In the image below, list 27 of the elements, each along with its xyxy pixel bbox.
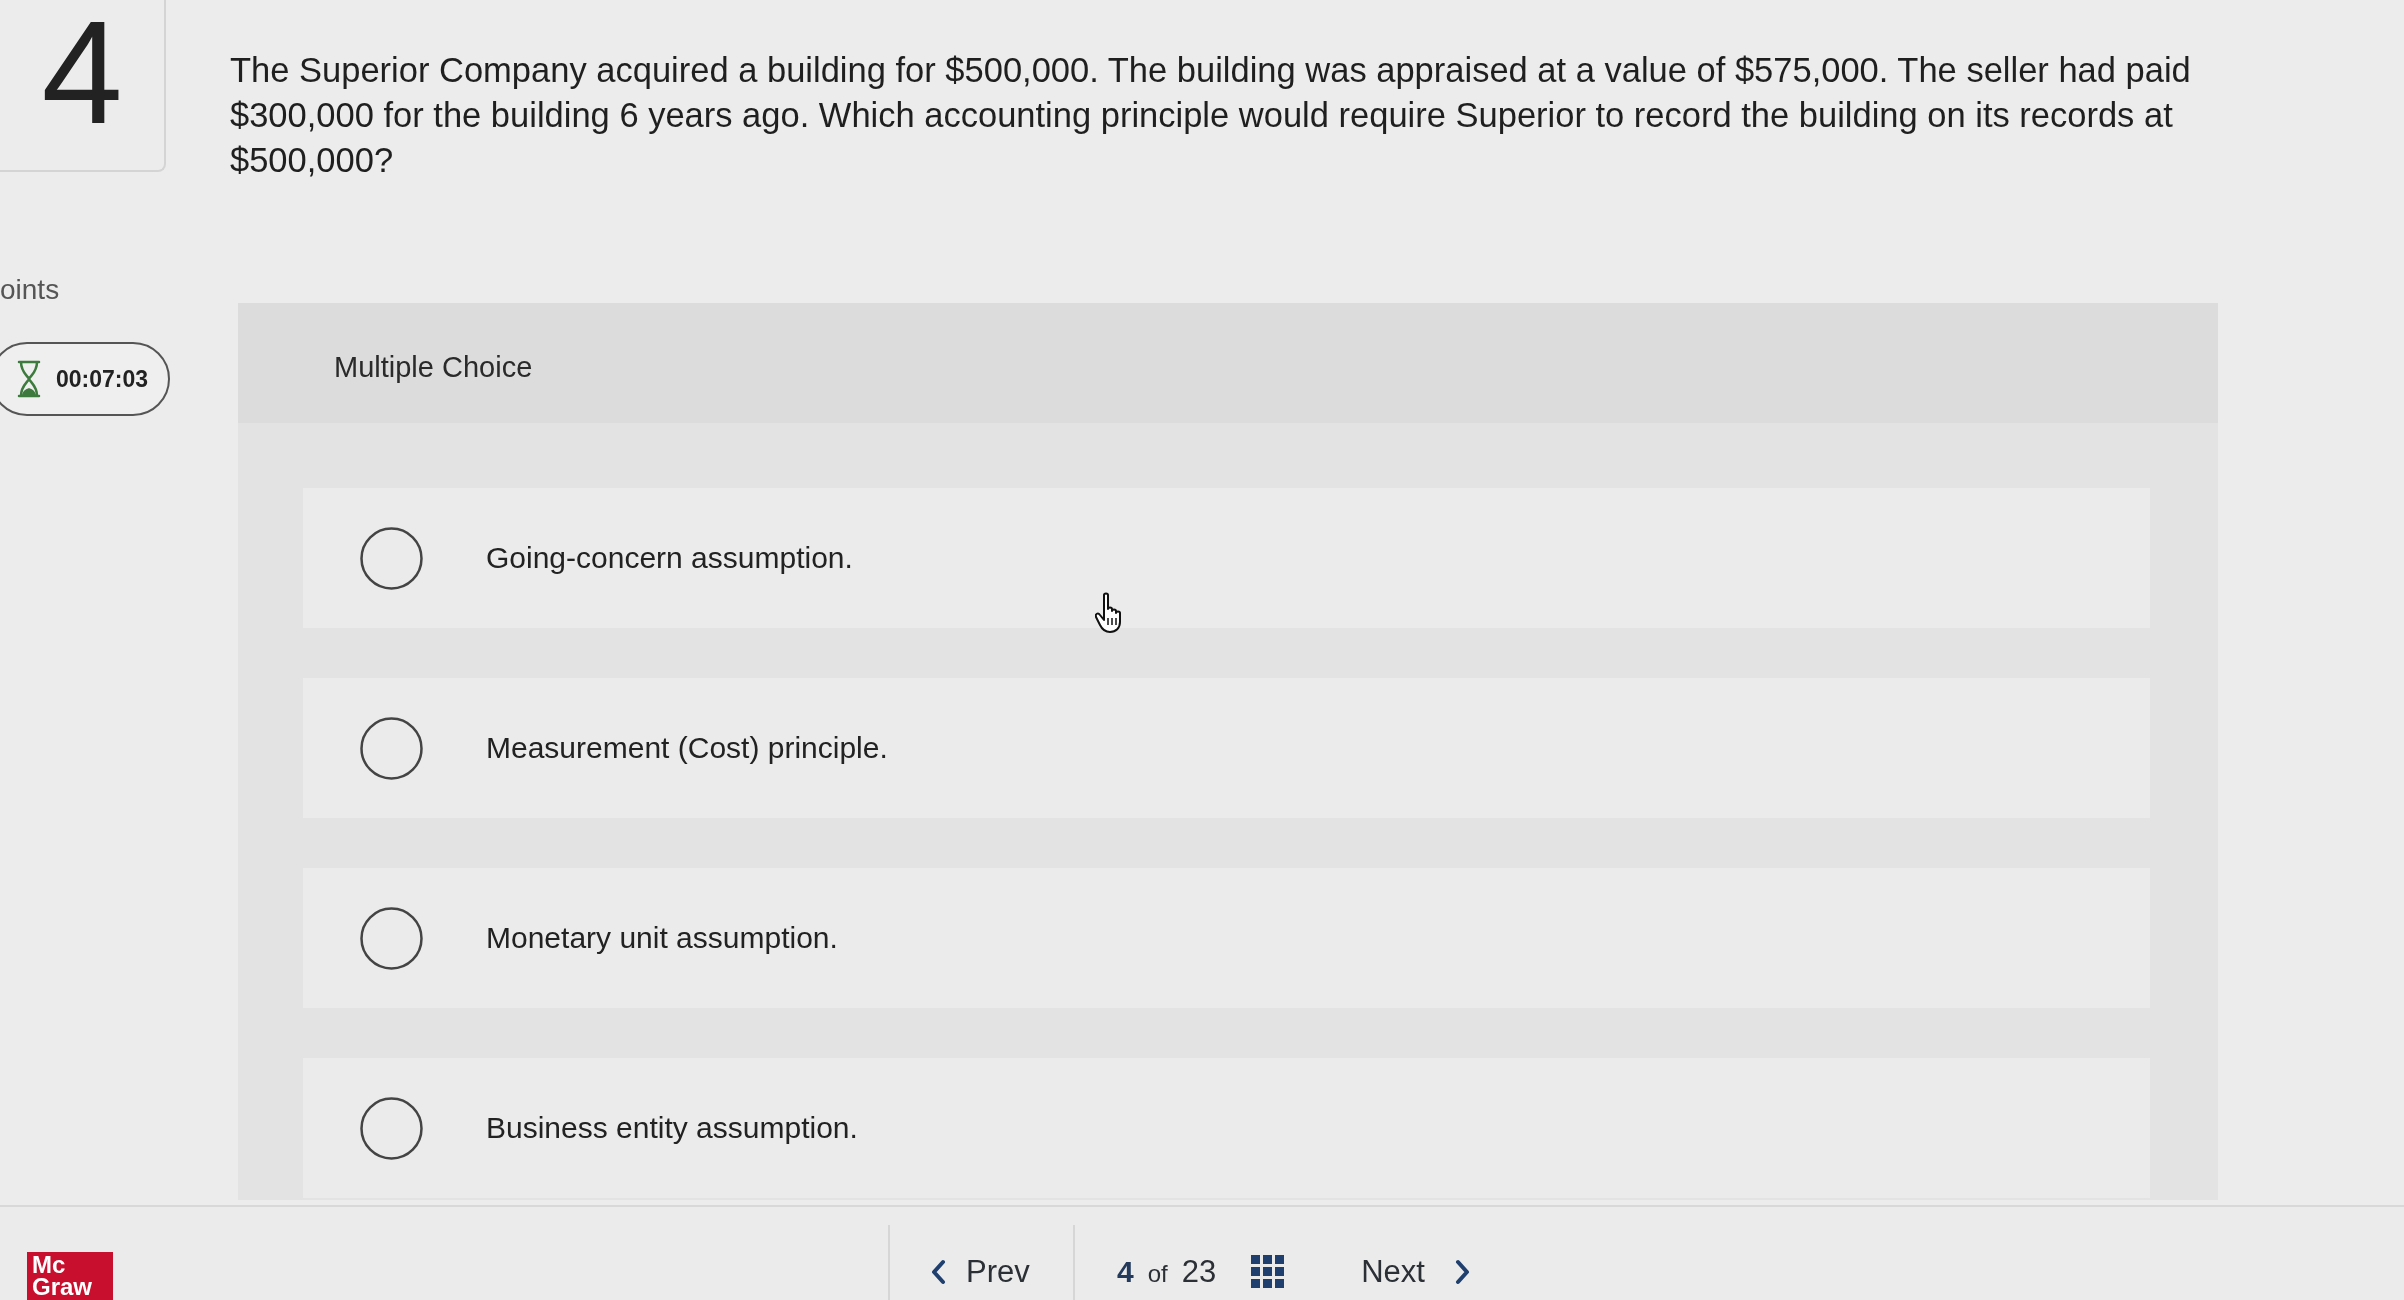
next-button[interactable]: Next xyxy=(1361,1253,1471,1290)
radio-button[interactable] xyxy=(360,906,423,970)
chevron-left-icon xyxy=(930,1258,946,1285)
total-questions: 23 xyxy=(1181,1253,1217,1290)
answer-option[interactable]: Measurement (Cost) principle. xyxy=(303,678,2150,818)
grid-icon[interactable] xyxy=(1251,1255,1285,1288)
question-number: 4 xyxy=(41,0,123,156)
chevron-right-icon xyxy=(1454,1258,1471,1285)
option-label: Going-concern assumption. xyxy=(486,541,853,575)
option-label: Business entity assumption. xyxy=(486,1111,858,1145)
option-label: Measurement (Cost) principle. xyxy=(486,731,888,765)
of-label: of xyxy=(1147,1259,1168,1288)
answer-option[interactable]: Business entity assumption. xyxy=(303,1058,2150,1198)
option-label: Monetary unit assumption. xyxy=(486,921,838,955)
hourglass-icon xyxy=(16,360,42,398)
answer-option[interactable]: Monetary unit assumption. xyxy=(303,868,2150,1008)
radio-button[interactable] xyxy=(360,526,423,590)
publisher-logo: Mc Graw xyxy=(27,1252,113,1300)
points-label: oints xyxy=(0,275,60,305)
prev-button[interactable]: Prev xyxy=(888,1225,1075,1300)
answer-option[interactable]: Going-concern assumption. xyxy=(303,488,2150,628)
timer-text: 00:07:03 xyxy=(56,365,149,393)
radio-button[interactable] xyxy=(360,716,423,780)
question-type-label: Multiple Choice xyxy=(334,350,533,384)
radio-button[interactable] xyxy=(360,1096,423,1160)
current-question-number: 4 xyxy=(1117,1254,1134,1289)
question-text: The Superior Company acquired a building for $500,000. The building was appraised at a value of $575,000. The seller had paid $300,000 for the building 6 years ago. Which accounting principle would require Superior to record the building on its records at $500,000? xyxy=(230,50,2192,181)
